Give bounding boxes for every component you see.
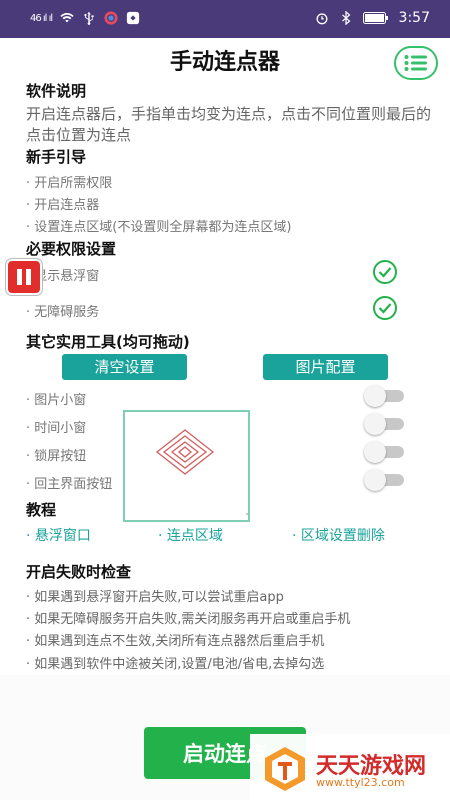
usb-icon — [84, 11, 94, 25]
wifi-icon — [60, 13, 74, 23]
tutorial-link-floating-window[interactable]: · 悬浮窗口 — [26, 525, 91, 545]
pause-icon — [17, 269, 31, 285]
sync-icon — [104, 11, 118, 25]
check-icon[interactable] — [372, 259, 398, 285]
software-desc-title: 软件说明 — [26, 82, 87, 100]
permission-accessibility-label: · 无障碍服务 — [26, 305, 100, 320]
time-window-toggle[interactable] — [364, 413, 404, 435]
watermark-logo-icon — [265, 747, 305, 791]
app-header: 手动连点器 — [0, 38, 450, 80]
menu-button[interactable] — [394, 46, 438, 80]
app-icon — [127, 11, 140, 25]
guide-title: 新手引导 — [26, 148, 87, 166]
status-bar: 46 ıl ıl 3:57 — [0, 0, 450, 38]
guide-item: · 设置连点区域(不设置则全屏幕都为连点区域) — [26, 220, 292, 235]
tutorial-link-click-area[interactable]: · 连点区域 — [158, 525, 223, 545]
page-title: 手动连点器 — [169, 50, 280, 75]
floating-pause-button[interactable] — [6, 259, 42, 295]
failure-item: · 如果遇到悬浮窗开启失败,可以尝试重启app — [26, 590, 284, 605]
signal-icon: 46 ıl ıl — [30, 12, 53, 24]
alarm-icon — [316, 13, 328, 25]
software-desc-text: 开启连点器后，手指单击均变为连点，点击不同位置则最后的点击位置为连点 — [26, 105, 432, 144]
status-left: 46 ıl ıl — [30, 11, 140, 25]
tool-item-lock-button: · 锁屏按钮 — [26, 449, 87, 464]
image-config-button[interactable]: 图片配置 — [263, 354, 388, 380]
clear-settings-button[interactable]: 清空设置 — [62, 354, 187, 380]
tool-item-time-window: · 时间小窗 — [26, 421, 87, 436]
image-window-toggle[interactable] — [364, 385, 404, 407]
guide-item: · 开启所需权限 — [26, 176, 113, 191]
status-time: 3:57 — [398, 10, 430, 26]
home-button-toggle[interactable] — [364, 469, 404, 491]
tool-item-home-button: · 回主界面按钮 — [26, 477, 113, 492]
failure-title: 开启失败时检查 — [26, 563, 132, 581]
check-icon[interactable] — [372, 295, 398, 321]
tutorial-title: 教程 — [26, 501, 57, 519]
watermark: 天天游戏网 www.ttyl23.com — [250, 734, 450, 800]
battery-icon — [362, 12, 388, 24]
guide-item: · 开启连点器 — [26, 198, 100, 213]
failure-item: · 如果遇到软件中途被关闭,设置/电池/省电,去掉勾选 — [26, 657, 325, 672]
bluetooth-icon — [341, 11, 350, 25]
status-right: 3:57 — [315, 10, 430, 26]
diamond-icon — [155, 429, 248, 515]
permissions-title: 必要权限设置 — [26, 240, 117, 258]
tutorial-link-area-delete[interactable]: · 区域设置删除 — [292, 525, 385, 545]
watermark-url: www.ttyl23.com — [316, 776, 405, 789]
lock-button-toggle[interactable] — [364, 441, 404, 463]
tool-item-image-window: · 图片小窗 — [26, 393, 87, 408]
floating-image-window[interactable] — [123, 410, 250, 522]
list-icon — [404, 55, 427, 71]
tools-title: 其它实用工具(均可拖动) — [26, 333, 190, 351]
failure-item: · 如果无障碍服务开启失败,需关闭服务再开启或重启手机 — [26, 612, 351, 627]
failure-item: · 如果遇到连点不生效,关闭所有连点器然后重启手机 — [26, 634, 325, 649]
